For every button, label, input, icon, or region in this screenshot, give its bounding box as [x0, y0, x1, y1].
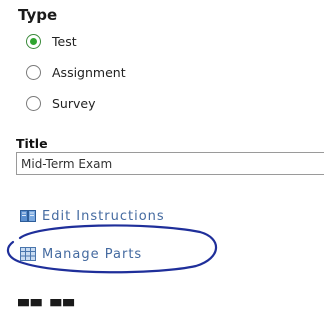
- type-heading: Type: [18, 6, 58, 24]
- radio-label-test: Test: [52, 33, 77, 49]
- manage-parts-label: Manage Parts: [42, 246, 143, 262]
- radio-button[interactable]: [26, 64, 41, 80]
- edit-instructions-label: Edit Instructions: [42, 208, 165, 224]
- radio-label-assignment: Assignment: [52, 64, 126, 80]
- radio-option-test[interactable]: Test: [26, 30, 77, 52]
- grid-icon: [20, 247, 36, 261]
- radio-option-assignment[interactable]: Assignment: [26, 61, 126, 83]
- title-input[interactable]: [16, 152, 324, 175]
- cut-off-heading: ▀▀ ▀▀: [18, 299, 76, 313]
- radio-option-survey[interactable]: Survey: [26, 92, 95, 114]
- manage-parts-link[interactable]: Manage Parts: [20, 244, 142, 264]
- edit-instructions-link[interactable]: Edit Instructions: [20, 206, 165, 226]
- radio-label-survey: Survey: [52, 95, 96, 111]
- title-label: Title: [16, 136, 48, 151]
- book-icon: [20, 210, 36, 222]
- radio-button[interactable]: [26, 95, 41, 111]
- radio-button-selected[interactable]: [26, 33, 41, 49]
